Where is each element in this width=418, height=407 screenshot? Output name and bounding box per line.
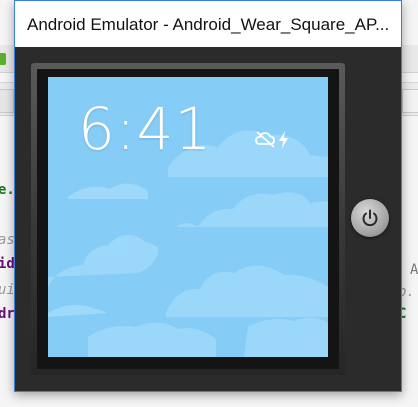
code-fragment: ui bbox=[0, 282, 15, 298]
emulator-titlebar[interactable]: Android Emulator - Android_Wear_Square_A… bbox=[15, 1, 401, 47]
editor-tab[interactable] bbox=[0, 89, 14, 113]
bolt-icon bbox=[279, 131, 288, 149]
watch-screen[interactable]: 6:41 bbox=[48, 77, 328, 357]
status-icons bbox=[254, 129, 304, 151]
code-fragment: dr bbox=[0, 306, 15, 322]
window-title: Android Emulator - Android_Wear_Square_A… bbox=[27, 15, 390, 34]
run-icon bbox=[0, 53, 6, 65]
power-button[interactable] bbox=[351, 199, 389, 237]
watch-time: 6:41 bbox=[78, 95, 213, 163]
code-fragment: as bbox=[0, 232, 15, 248]
editor-tab[interactable] bbox=[402, 89, 418, 113]
emulator-body: 6:41 bbox=[15, 47, 401, 391]
code-fragment: e. bbox=[0, 182, 15, 198]
emulator-window: Android Emulator - Android_Wear_Square_A… bbox=[14, 0, 402, 392]
code-fragment: id bbox=[0, 256, 15, 272]
cloud-off-icon bbox=[255, 131, 275, 148]
code-fragment: A bbox=[410, 262, 418, 278]
power-icon bbox=[362, 209, 378, 227]
